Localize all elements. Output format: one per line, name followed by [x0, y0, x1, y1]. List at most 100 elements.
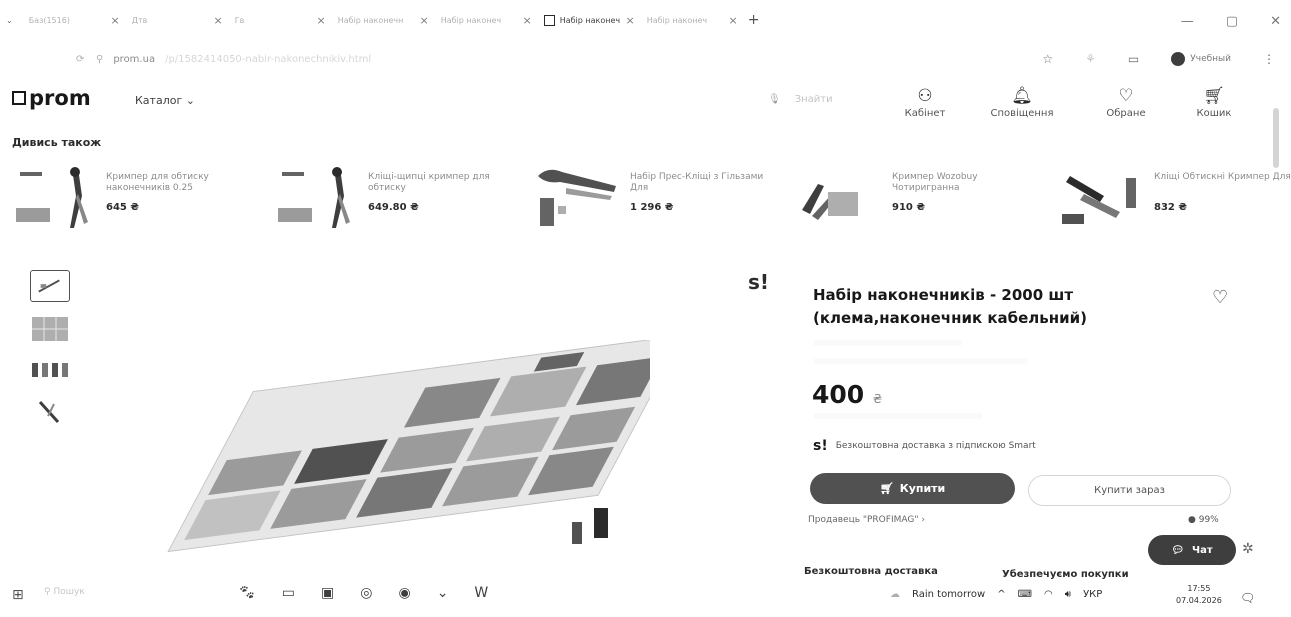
word-icon[interactable]: W — [474, 585, 488, 601]
browser-tab[interactable]: Гв × — [229, 7, 332, 33]
press-tool-kit-thumbnail — [538, 169, 616, 226]
bell-icon: 🔔︎ — [1011, 86, 1033, 106]
file-explorer-icon[interactable]: ▭ — [282, 585, 295, 601]
crimping-pliers-thumbnail — [1062, 176, 1136, 224]
recommendation-card[interactable]: Кримпер для обтиску наконечників 0.25 64… — [12, 160, 274, 240]
prom-favicon-icon — [543, 14, 555, 26]
seller-link[interactable]: Продавець "PROFIMAG" › — [808, 515, 925, 525]
tab-capture-icon[interactable]: ▭ — [1128, 52, 1139, 66]
extension-icon[interactable]: ⚘ — [1085, 52, 1096, 66]
faded-line — [813, 358, 1028, 364]
wozobuy-crimper-thumbnail — [802, 184, 858, 220]
browser-tab-active[interactable]: Набір наконеч × — [538, 7, 641, 33]
restore-button[interactable]: ▢ — [1226, 14, 1238, 29]
user-icon: ⚇ — [917, 86, 933, 106]
cart-icon: 🛒︎ — [879, 482, 894, 495]
recommendation-card[interactable]: Кримпер Wozobuy Чотиригранна 910 ₴ — [798, 160, 1060, 240]
faded-line — [813, 413, 983, 419]
smart-delivery-note: s! Безкоштовна доставка з підпискою Smart — [813, 438, 1036, 454]
browser-tab[interactable]: Набір наконеч × — [435, 7, 538, 33]
app-window-icon[interactable]: ▣ — [321, 585, 334, 601]
wifi-icon[interactable]: ◠ — [1044, 589, 1053, 600]
address-bar: ⟳ ⚲ prom.ua /p/1582414050-nabir-nakonech… — [0, 40, 1291, 78]
animal-widget-icon[interactable]: 🐾︎ — [238, 585, 256, 601]
menu-dots-icon[interactable]: ⋮ — [1263, 52, 1275, 66]
browser-tab[interactable]: Баз(1516) × — [23, 7, 126, 33]
free-delivery-heading: Безкоштовна доставка — [804, 566, 938, 577]
reload-icon[interactable]: ⟳ — [76, 54, 84, 65]
new-tab-button[interactable]: + — [748, 12, 760, 28]
clock[interactable]: 17:55 07.04.2026 — [1176, 583, 1222, 607]
smart-badge-icon: s! — [813, 438, 828, 454]
buy-now-button[interactable]: Купити зараз — [1028, 475, 1231, 506]
recommendation-card[interactable]: Кліщі Обтискні Кримпер Для 832 ₴ — [1060, 160, 1291, 240]
notifications-button[interactable]: 🔔︎ Сповіщення — [977, 86, 1067, 119]
bookmark-star-icon[interactable]: ☆ — [1042, 52, 1053, 66]
gallery-thumbnail[interactable] — [30, 355, 70, 387]
cabinet-button[interactable]: ⚇ Кабінет — [880, 86, 970, 119]
url-field[interactable]: ⚲ prom.ua /p/1582414050-nabir-nakonechni… — [96, 54, 371, 65]
rating-dot-icon: ● — [1188, 515, 1196, 525]
gallery-thumbnail-selected[interactable] — [30, 270, 70, 302]
assistant-icon[interactable]: ✲ — [1242, 541, 1254, 557]
site-info-icon[interactable]: ⚲ — [96, 54, 103, 65]
close-tab-icon[interactable]: × — [625, 14, 634, 27]
seller-rating: ● 99% — [1188, 515, 1219, 525]
close-tab-icon[interactable]: × — [316, 14, 325, 27]
notification-icon[interactable]: 🗨︎ — [1240, 591, 1255, 605]
cart-icon: 🛒︎ — [1203, 86, 1225, 106]
smart-badge: s! — [748, 270, 770, 294]
window-controls: — ▢ ✕ — [1181, 14, 1281, 29]
favorites-button[interactable]: ♡ Обране — [1081, 86, 1171, 119]
faded-line — [813, 340, 963, 346]
avatar — [1171, 52, 1186, 66]
product-price: 400 ₴ — [812, 380, 883, 409]
windows-start-icon[interactable]: ⊞ — [12, 587, 24, 603]
browser-tab[interactable]: Набір наконечн × — [332, 7, 435, 33]
browser-tab[interactable]: Набір наконеч × — [641, 7, 744, 33]
chrome-profile-icon[interactable]: ◉ — [398, 585, 410, 601]
close-window-button[interactable]: ✕ — [1270, 14, 1281, 29]
volume-icon[interactable]: 🔊︎ — [1065, 589, 1071, 600]
taskbar: ⊞ ⚲ Пошук 🐾︎ ▭ ▣ ◎ ◉ ⌄ W ☁ Rain tomorrow… — [0, 577, 1291, 617]
gallery-thumbnail[interactable] — [30, 313, 70, 345]
site-header: prom Каталог ⌄ 🎙 Знайти ⚇ Кабінет 🔔︎ Сповіщ… — [0, 82, 1291, 132]
cart-button[interactable]: 🛒︎ Кошик — [1169, 86, 1259, 119]
chevron-down-icon[interactable]: ⌄ — [6, 16, 13, 25]
minimize-button[interactable]: — — [1181, 14, 1194, 29]
scrollbar-thumb[interactable] — [1273, 108, 1279, 168]
see-also-title: Дивись також — [12, 136, 102, 149]
profile-button[interactable]: Учебный — [1171, 52, 1231, 66]
system-tray: ☁ Rain tomorrow ^ ⌨ ◠ 🔊︎ УКР — [890, 589, 1102, 600]
favorite-heart-icon[interactable]: ♡ — [1212, 287, 1228, 308]
close-tab-icon[interactable]: × — [522, 14, 531, 27]
chat-button[interactable]: 💬︎ Чат — [1148, 535, 1236, 565]
chrome-icon[interactable]: ◎ — [360, 585, 372, 601]
chevron-up-icon[interactable]: ^ — [997, 589, 1005, 600]
chat-bubble-icon: 💬︎ — [1171, 544, 1185, 556]
weather-icon[interactable]: ☁ — [890, 589, 900, 600]
language-indicator[interactable]: УКР — [1083, 589, 1102, 600]
recommendation-card[interactable]: Набір Прес-Кліщі з Гільзами Для 1 296 ₴ — [536, 160, 798, 240]
close-tab-icon[interactable]: × — [213, 14, 222, 27]
close-tab-icon[interactable]: × — [728, 14, 737, 27]
search-icon: ⚲ — [44, 587, 51, 597]
catalog-button[interactable]: Каталог ⌄ — [135, 94, 195, 107]
crimper-thumbnail — [278, 167, 350, 228]
buy-button[interactable]: 🛒︎ Купити — [810, 473, 1015, 504]
prom-logo[interactable]: prom — [12, 86, 91, 110]
taskbar-search[interactable]: ⚲ Пошук — [44, 587, 85, 597]
recommendation-card[interactable]: Кліщі-щипці кримпер для обтиску 649.80 ₴ — [274, 160, 536, 240]
crimper-thumbnail — [16, 167, 88, 228]
search-input[interactable]: 🎙 Знайти — [768, 94, 833, 105]
browser-tab[interactable]: Дтв × — [126, 7, 229, 33]
microphone-icon[interactable]: 🎙 — [768, 94, 781, 105]
terminal-icon[interactable]: ⌄ — [437, 585, 449, 601]
product-title: Набір наконечників - 2000 шт (клема,нако… — [813, 286, 1088, 327]
network-icon[interactable]: ⌨ — [1018, 589, 1032, 600]
gallery-thumbnail[interactable] — [30, 396, 70, 428]
close-tab-icon[interactable]: × — [419, 14, 428, 27]
weather-text[interactable]: Rain tomorrow — [912, 589, 985, 600]
product-main-image[interactable] — [150, 340, 650, 590]
close-tab-icon[interactable]: × — [110, 14, 119, 27]
